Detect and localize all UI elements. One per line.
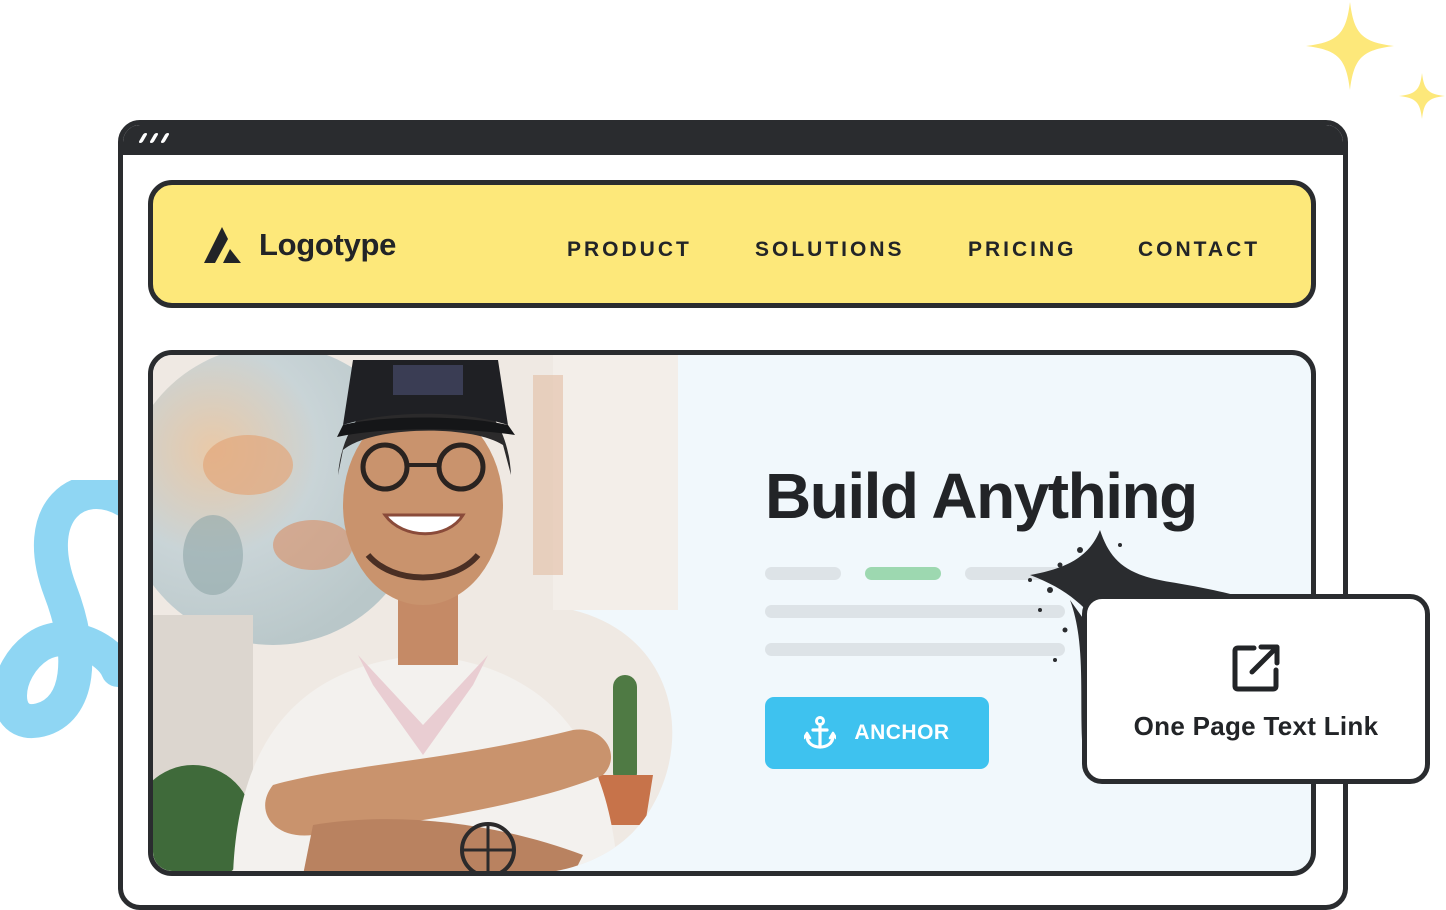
external-link-icon [1232, 644, 1280, 692]
window-dot [160, 133, 170, 143]
window-controls[interactable] [138, 133, 170, 143]
nav-link-contact[interactable]: CONTACT [1138, 238, 1260, 262]
navbar: Logotype PRODUCT SOLUTIONS PRICING CONTA… [148, 180, 1316, 308]
anchor-button[interactable]: ANCHOR [765, 697, 989, 769]
window-dot [138, 133, 148, 143]
hero-photo [153, 355, 678, 871]
browser-title-bar [123, 125, 1343, 155]
anchor-button-label: ANCHOR [854, 721, 950, 744]
logo-text: Logotype [259, 227, 397, 262]
sparkle-large-icon [1306, 2, 1394, 90]
nav-link-pricing[interactable]: PRICING [968, 238, 1077, 262]
text-placeholder-bar [765, 567, 841, 580]
window-dot [149, 133, 159, 143]
logo-mark-icon [204, 227, 241, 263]
text-link-label: One Page Text Link [1133, 711, 1379, 741]
sparkle-small-icon [1399, 73, 1445, 119]
text-link-card[interactable]: One Page Text Link [1082, 594, 1430, 784]
anchor-icon [804, 716, 837, 749]
logo[interactable]: Logotype [201, 223, 396, 267]
nav-link-product[interactable]: PRODUCT [567, 238, 692, 262]
nav-link-solutions[interactable]: SOLUTIONS [755, 238, 905, 262]
text-placeholder-bar-accent [865, 567, 941, 580]
swirl-decoration [0, 480, 130, 738]
